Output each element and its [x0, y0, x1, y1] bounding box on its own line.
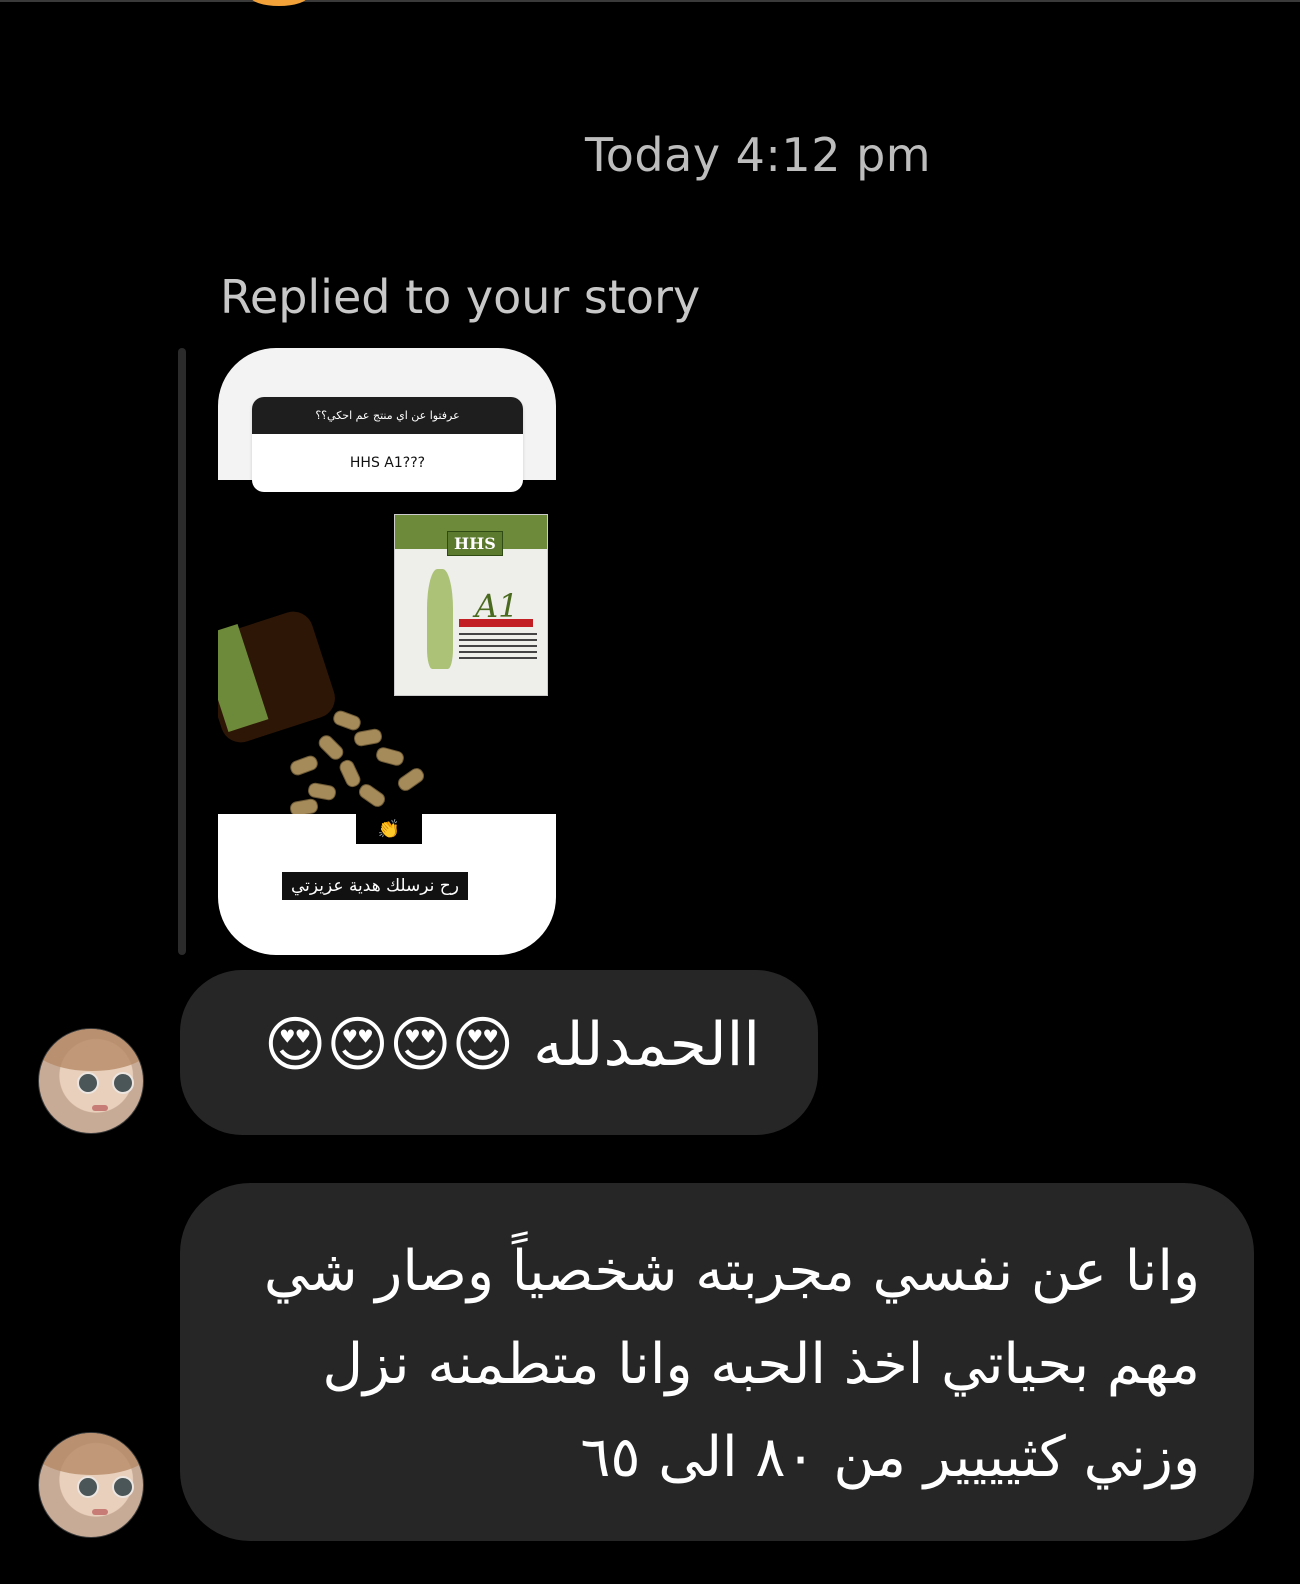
- capsule: [331, 708, 363, 733]
- avatar-mouth: [92, 1509, 108, 1515]
- product-brand: HHS: [447, 531, 503, 556]
- avatar-eye: [77, 1072, 99, 1094]
- top-divider: [0, 0, 1300, 2]
- package-figure: [427, 569, 453, 669]
- avatar-eye: [112, 1476, 134, 1498]
- message-bubble[interactable]: االحمدلله 😍😍😍😍: [180, 970, 818, 1135]
- capsule: [352, 727, 384, 748]
- reply-accent-bar: [178, 348, 186, 955]
- question-text: عرفتوا عن اي منتج عم احكي؟؟: [252, 397, 523, 434]
- story-caption: رح نرسلك هدية عزيزتي: [282, 872, 468, 900]
- question-answer: HHS A1???: [349, 455, 426, 471]
- avatar-eye: [77, 1476, 99, 1498]
- avatar-mouth: [92, 1105, 108, 1111]
- sender-avatar[interactable]: [38, 1028, 144, 1134]
- capsule: [374, 745, 406, 768]
- clap-emoji: 👏: [356, 814, 422, 844]
- package-red-label: [459, 619, 533, 627]
- message-text: وانا عن نفسي مجربته شخصياً وصار شي مهم ب…: [263, 1239, 1200, 1490]
- package-text-lines: [459, 633, 537, 661]
- capsule: [337, 757, 363, 790]
- message-text: االحمدلله 😍😍😍😍: [263, 1010, 760, 1080]
- avatar-eye: [112, 1072, 134, 1094]
- capsule: [395, 765, 427, 794]
- product-package-image: HHS A1: [394, 514, 548, 696]
- previous-message-indicator: [250, 0, 308, 6]
- sender-avatar[interactable]: [38, 1432, 144, 1538]
- message-bubble[interactable]: وانا عن نفسي مجربته شخصياً وصار شي مهم ب…: [180, 1183, 1254, 1541]
- capsule: [288, 753, 320, 778]
- message-timestamp: Today 4:12 pm: [585, 128, 932, 182]
- question-box: عرفتوا عن اي منتج عم احكي؟؟ HHS A1???: [252, 397, 523, 492]
- capsule: [315, 732, 347, 763]
- capsule: [356, 781, 388, 810]
- story-preview[interactable]: عرفتوا عن اي منتج عم احكي؟؟ HHS A1??? HH…: [218, 348, 556, 955]
- story-reply-label: Replied to your story: [220, 270, 701, 324]
